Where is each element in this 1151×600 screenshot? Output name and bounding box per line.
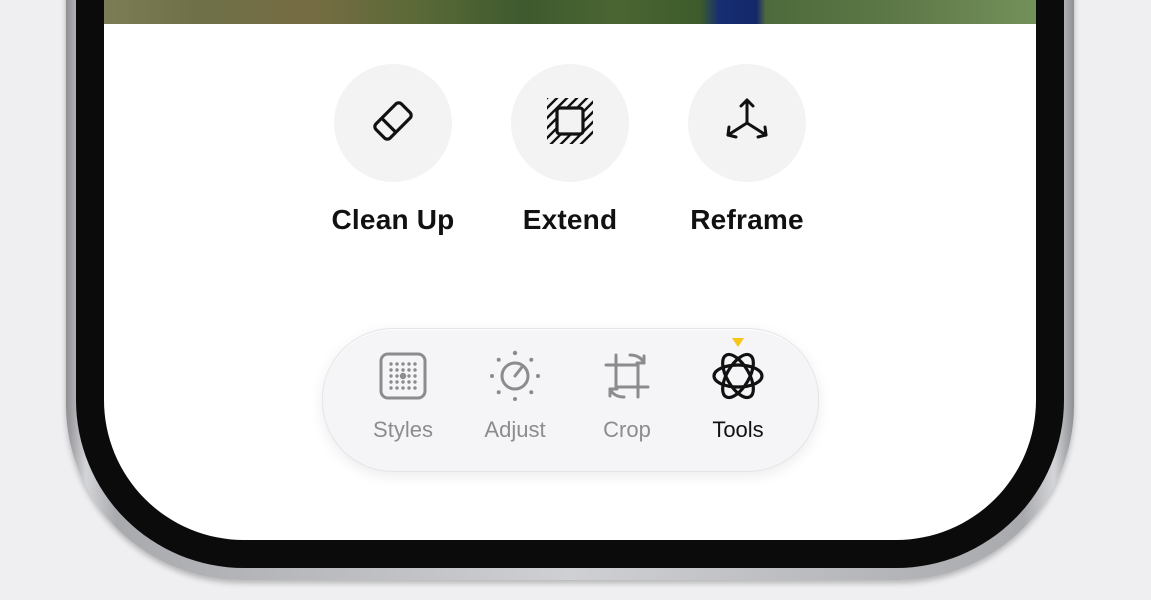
reframe-3d-axis-icon xyxy=(719,93,775,154)
reframe-label: Reframe xyxy=(690,204,804,235)
extend-tool[interactable]: Extend xyxy=(485,64,655,236)
tab-crop[interactable]: Crop xyxy=(572,351,682,443)
crop-rotate-icon xyxy=(600,349,654,408)
extend-label: Extend xyxy=(522,204,618,235)
tab-tools-label: Tools xyxy=(712,417,764,442)
adjust-dial-icon xyxy=(488,349,542,408)
reframe-tool[interactable]: Reframe xyxy=(662,64,832,236)
tab-styles[interactable]: Styles xyxy=(348,351,458,443)
tab-adjust[interactable]: Adjust xyxy=(460,349,570,443)
tab-styles-label: Styles xyxy=(373,417,433,442)
photo-preview xyxy=(104,0,1036,24)
reframe-button[interactable] xyxy=(688,64,806,182)
tab-tools[interactable]: Tools xyxy=(683,351,793,443)
tools-atom-icon xyxy=(710,348,766,409)
tab-crop-label: Crop xyxy=(603,417,651,442)
clean-up-label: Clean Up xyxy=(331,204,455,235)
styles-grid-icon xyxy=(378,351,428,406)
active-tab-indicator xyxy=(732,338,744,347)
tab-adjust-label: Adjust xyxy=(484,417,546,442)
clean-up-button[interactable] xyxy=(334,64,452,182)
extend-frame-icon xyxy=(542,93,598,154)
extend-button[interactable] xyxy=(511,64,629,182)
eraser-icon xyxy=(365,93,421,154)
editor-tab-bar: Styles Adjust Crop Tools xyxy=(322,328,819,472)
clean-up-tool[interactable]: Clean Up xyxy=(308,64,478,236)
